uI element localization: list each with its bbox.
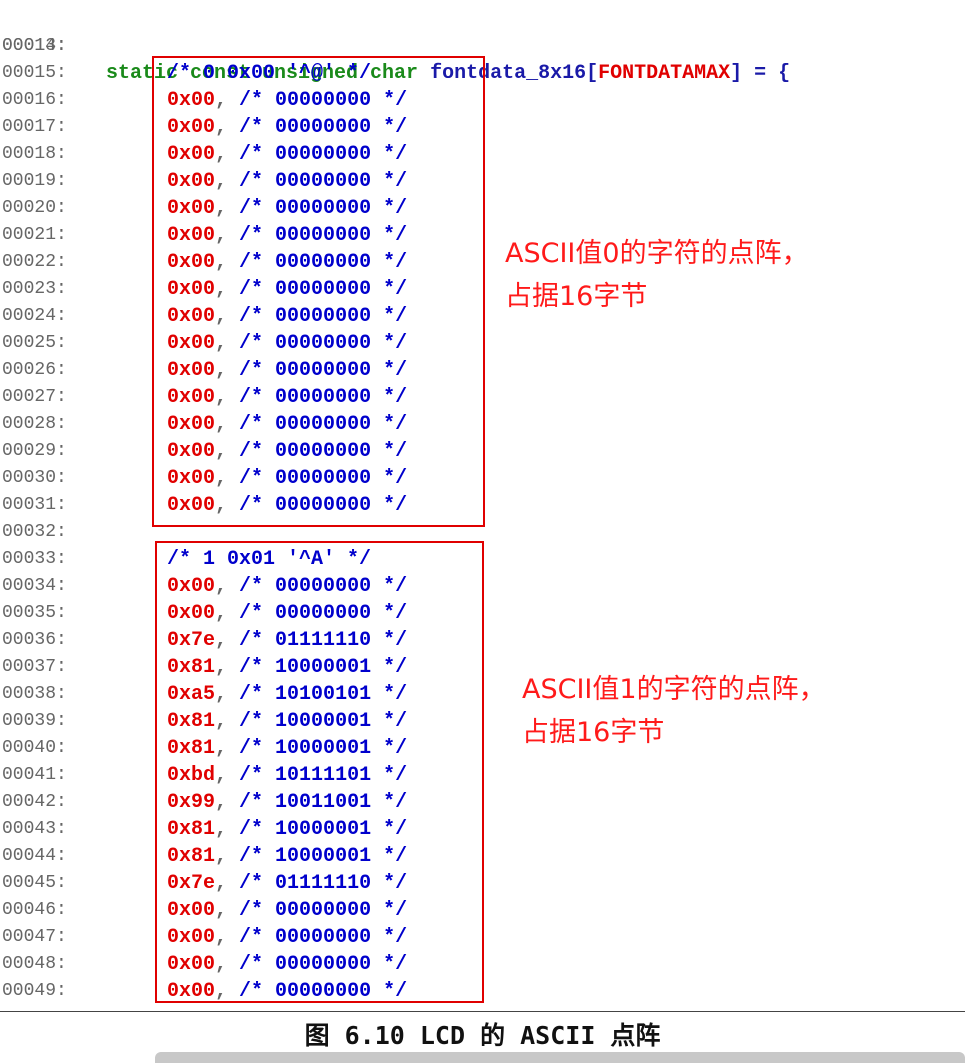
open-bracket: [: [586, 62, 599, 85]
scrollbar[interactable]: [155, 1052, 965, 1063]
line-number: 00032:: [2, 522, 67, 542]
line-number: 00047:: [2, 927, 67, 947]
line-number: 00040:: [2, 738, 67, 758]
highlight-box-char0: [152, 56, 485, 527]
line-number: 00037:: [2, 657, 67, 677]
line-number: 00036:: [2, 630, 67, 650]
line-number: 00044:: [2, 846, 67, 866]
line-number: 00018:: [2, 144, 67, 164]
line-number: 00033:: [2, 549, 67, 569]
annotation-char0-line2: 占据16字节: [505, 281, 648, 312]
macro-fontdatamax: FONTDATAMAX: [598, 62, 731, 85]
line-number: 00039:: [2, 711, 67, 731]
line-number: 00038:: [2, 684, 67, 704]
line-number: 00041:: [2, 765, 67, 785]
line-number: 00019:: [2, 171, 67, 191]
annotation-char1-line1: ASCII值1的字符的点阵，: [522, 674, 826, 705]
annotation-char0: ASCII值0的字符的点阵， 占据16字节: [505, 232, 809, 318]
annotation-char1-line2: 占据16字节: [522, 717, 665, 748]
figure-caption: 图 6.10 LCD 的 ASCII 点阵: [304, 1021, 661, 1050]
line-number: 00021:: [2, 225, 67, 245]
line-number: 00016:: [2, 90, 67, 110]
close-bracket-assign: ] = {: [730, 62, 791, 85]
line-number: 00028:: [2, 414, 67, 434]
line-number: 00025:: [2, 333, 67, 353]
line-number: 00034:: [2, 576, 67, 596]
line-number: 00046:: [2, 900, 67, 920]
annotation-char1: ASCII值1的字符的点阵， 占据16字节: [522, 668, 826, 754]
line-number: 00035:: [2, 603, 67, 623]
line-number: 00023:: [2, 279, 67, 299]
line-number: 00024:: [2, 306, 67, 326]
line-number: 00022:: [2, 252, 67, 272]
line-number: 00049:: [2, 981, 67, 1001]
line-number: 00017:: [2, 117, 67, 137]
line-number: 00048:: [2, 954, 67, 974]
line-number: 00026:: [2, 360, 67, 380]
highlight-box-char1: [155, 541, 484, 1003]
code-line-header: 00013: static const unsigned char fontda…: [0, 6, 790, 85]
line-number: 00020:: [2, 198, 67, 218]
code-listing: 00013: static const unsigned char fontda…: [0, 0, 965, 1012]
line-number: 00027:: [2, 387, 67, 407]
line-number: 00043:: [2, 819, 67, 839]
line-number: 00031:: [2, 495, 67, 515]
annotation-char0-line1: ASCII值0的字符的点阵，: [505, 238, 809, 269]
line-number: 00030:: [2, 468, 67, 488]
line-number: 00042:: [2, 792, 67, 812]
line-number: 00014:: [2, 36, 67, 56]
line-number: 00029:: [2, 441, 67, 461]
line-number: 00045:: [2, 873, 67, 893]
line-number: 00015:: [2, 63, 67, 83]
